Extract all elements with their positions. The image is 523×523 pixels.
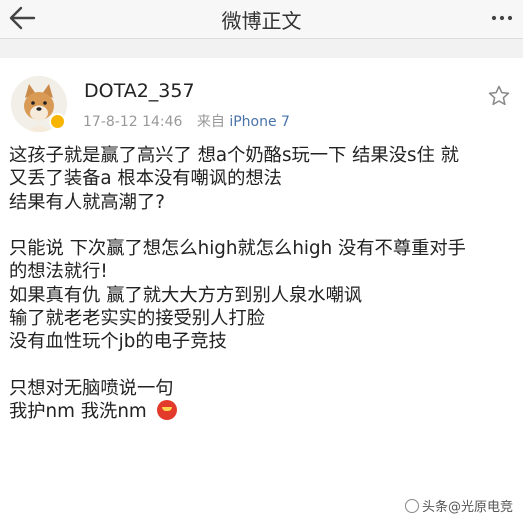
navbar: 微博正文 [0,0,523,39]
more-dots-icon[interactable] [487,4,517,32]
section-gap [0,39,523,58]
angry-face-emoji-icon [156,400,177,421]
content-line: 如果真有仇 赢了就大大方方到别人泉水嘲讽 [9,284,363,306]
content-line: 这孩子就是赢了高兴了 想a个奶酪s玩一下 结果没s住 就 [9,145,459,166]
content-line: 结果有人就高潮了? [9,191,165,213]
post-timestamp: 17-8-12 14:46 [83,114,183,130]
content-line: 的想法就行! [9,261,108,283]
content-line: 没有血性玩个jb的电子竞技 [9,331,227,353]
post-meta: 17-8-12 14:46 来自 iPhone 7 [83,111,290,131]
verified-badge-icon [49,113,66,130]
content-line-last: 我护nm 我洗nm [9,400,519,423]
content-line-text: 我护nm 我洗nm [9,401,147,423]
watermark-logo-icon [404,499,419,513]
content-line: 只能说 下次赢了想怎么high就怎么high 没有不尊重对手 [9,238,466,260]
page-title: 微博正文 [221,9,302,33]
author-name[interactable]: DOTA2_357 [84,80,195,102]
content-line: 又丢了装备a 根本没有嘲讽的想法 [9,168,282,190]
content-line: 只想对无脑喷说一句 [9,377,174,399]
watermark: 头条@光原电竞 [404,496,513,515]
weibo-post: DOTA2_357 17-8-12 14:46 来自 iPhone 7 这孩子就… [0,58,523,523]
watermark-text: 头条@光原电竞 [421,500,513,515]
source-prefix: 来自 [196,114,225,130]
star-icon[interactable] [487,84,511,108]
device-link[interactable]: iPhone 7 [229,114,290,130]
post-content: 这孩子就是赢了高兴了 想a个奶酪s玩一下 结果没s住 就 又丢了装备a 根本没有… [9,144,519,424]
content-line: 输了就老老实实的接受别人打脸 [9,308,265,330]
